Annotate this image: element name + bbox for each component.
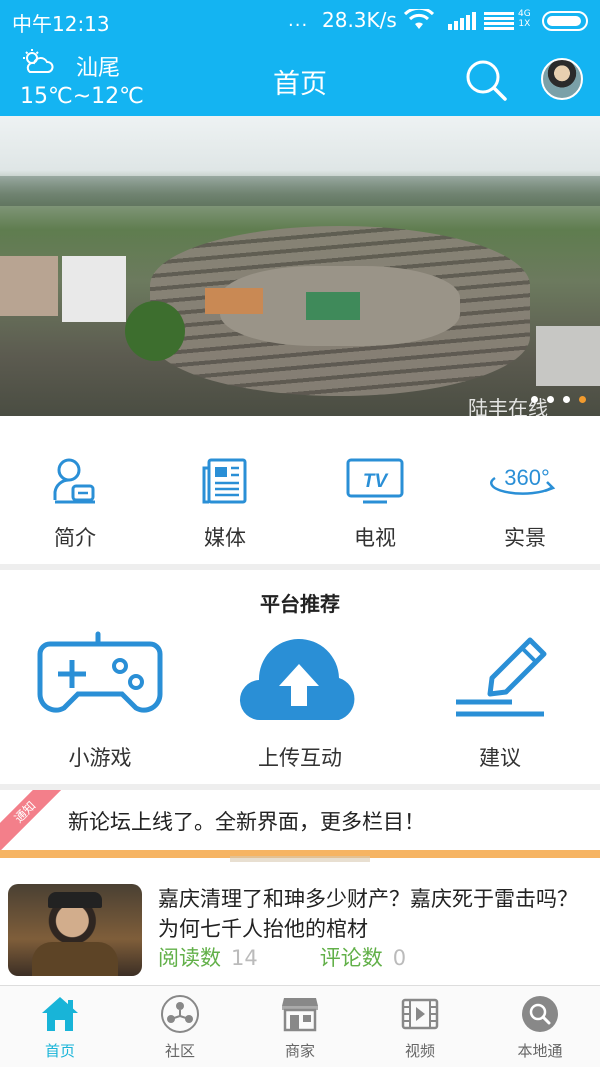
recommend-label: 小游戏 bbox=[68, 746, 132, 770]
network-type: 4G 1X bbox=[518, 9, 531, 29]
search-icon bbox=[466, 60, 507, 101]
article-title: 嘉庆清理了和珅多少财产？嘉庆死于雷击吗？为何七千人抬他的棺材 bbox=[158, 887, 578, 941]
category-media[interactable]: 媒体 bbox=[150, 446, 300, 558]
profile-icon bbox=[51, 456, 99, 510]
section-header-hint bbox=[230, 856, 370, 862]
tab-label: 首页 bbox=[44, 1042, 75, 1060]
tab-community[interactable]: 社区 bbox=[120, 986, 240, 1067]
page-title: 首页 bbox=[273, 69, 327, 100]
notice-text: 新论坛上线了。全新界面，更多栏目！ bbox=[68, 810, 425, 834]
category-tv[interactable]: TV 电视 bbox=[300, 446, 450, 558]
category-label: 电视 bbox=[354, 526, 396, 550]
tv-icon-text: TV bbox=[363, 471, 389, 492]
community-icon bbox=[160, 994, 200, 1038]
notice-ribbon: 通知 bbox=[0, 790, 70, 850]
newspaper-icon bbox=[201, 456, 249, 510]
tab-label: 社区 bbox=[164, 1042, 195, 1060]
recommend-label: 建议 bbox=[479, 746, 521, 770]
carousel-dot[interactable] bbox=[563, 396, 570, 403]
recommend-title: 平台推荐 bbox=[260, 592, 340, 616]
tab-merchants[interactable]: 商家 bbox=[240, 986, 360, 1067]
carousel-indicator bbox=[522, 388, 586, 407]
category-row: 简介 媒体 TV 电视 360° 实景 bbox=[0, 446, 600, 558]
local-search-icon bbox=[520, 994, 560, 1038]
thumbnail-hat bbox=[48, 892, 102, 908]
panorama-icon-text: 360° bbox=[504, 465, 550, 490]
user-avatar[interactable] bbox=[541, 58, 583, 100]
banner-roof bbox=[306, 292, 360, 320]
category-label: 实景 bbox=[504, 526, 546, 550]
article-item[interactable]: 嘉庆清理了和珅多少财产？嘉庆死于雷击吗？为何七千人抬他的棺材 阅读数 14 评论数 0 bbox=[0, 874, 600, 984]
status-dots: ... bbox=[288, 10, 309, 31]
carousel-dot-active[interactable] bbox=[579, 396, 586, 403]
tab-label: 视频 bbox=[404, 1042, 435, 1060]
app-screen: 中午12:13 ... 28.3K/s 4G 1X 汕尾 15℃~12℃ 首页 bbox=[0, 0, 600, 1067]
recommend-games[interactable]: 小游戏 bbox=[0, 630, 200, 780]
category-label: 简介 bbox=[54, 526, 96, 550]
recommend-label: 上传互动 bbox=[258, 746, 342, 770]
network-type-label: 4G bbox=[518, 9, 531, 19]
banner-carousel[interactable]: 陆丰在线 bbox=[0, 116, 600, 416]
status-time: 中午12:13 bbox=[12, 12, 110, 36]
search-button[interactable] bbox=[464, 58, 508, 102]
tv-icon: TV bbox=[345, 456, 405, 510]
carousel-dot[interactable] bbox=[531, 396, 538, 403]
banner-building bbox=[0, 256, 58, 316]
tab-home[interactable]: 首页 bbox=[0, 986, 120, 1067]
banner-trees bbox=[125, 301, 185, 361]
comments-label: 评论数 bbox=[319, 946, 383, 970]
top-header: 中午12:13 ... 28.3K/s 4G 1X 汕尾 15℃~12℃ 首页 bbox=[0, 0, 600, 116]
reads-label: 阅读数 bbox=[158, 946, 221, 970]
notice-tag: 通知 bbox=[0, 790, 70, 850]
store-icon bbox=[280, 994, 320, 1038]
recommend-upload[interactable]: 上传互动 bbox=[200, 630, 400, 780]
tab-video[interactable]: 视频 bbox=[360, 986, 480, 1067]
gamepad-icon bbox=[36, 630, 164, 724]
sim-label: 1X bbox=[518, 19, 531, 29]
carousel-dot[interactable] bbox=[547, 396, 554, 403]
signal-icon-secondary bbox=[484, 12, 514, 34]
network-speed: 28.3K/s bbox=[322, 8, 397, 32]
video-icon bbox=[400, 994, 440, 1038]
cloud-upload-icon bbox=[239, 630, 361, 726]
signal-icon bbox=[448, 12, 476, 34]
comments-count: 0 bbox=[392, 946, 407, 970]
notice-bar[interactable]: 通知 新论坛上线了。全新界面，更多栏目！ bbox=[0, 790, 600, 850]
bottom-tab-bar: 首页 社区 商家 视频 本地通 bbox=[0, 985, 600, 1067]
wifi-icon bbox=[403, 6, 435, 35]
reads-count: 14 bbox=[231, 946, 258, 970]
banner-building bbox=[536, 326, 600, 386]
banner-mountains bbox=[0, 176, 600, 206]
category-label: 媒体 bbox=[204, 526, 246, 550]
panorama-360-icon: 360° bbox=[489, 456, 561, 510]
thumbnail-robe bbox=[32, 942, 118, 976]
battery-icon bbox=[542, 11, 588, 31]
tab-label: 本地通 bbox=[517, 1042, 563, 1060]
recommend-suggestion[interactable]: 建议 bbox=[400, 630, 600, 780]
category-intro[interactable]: 简介 bbox=[0, 446, 150, 558]
section-divider bbox=[0, 564, 600, 570]
pencil-icon bbox=[450, 630, 550, 724]
article-thumbnail bbox=[8, 884, 142, 976]
category-panorama[interactable]: 360° 实景 bbox=[450, 446, 600, 558]
article-meta: 阅读数 14 评论数 0 bbox=[158, 942, 406, 972]
tab-local[interactable]: 本地通 bbox=[480, 986, 600, 1067]
home-icon bbox=[40, 994, 80, 1038]
banner-building bbox=[62, 256, 126, 322]
banner-roof bbox=[205, 288, 263, 314]
tab-label: 商家 bbox=[284, 1042, 315, 1060]
status-bar: 中午12:13 ... 28.3K/s 4G 1X bbox=[0, 0, 600, 42]
